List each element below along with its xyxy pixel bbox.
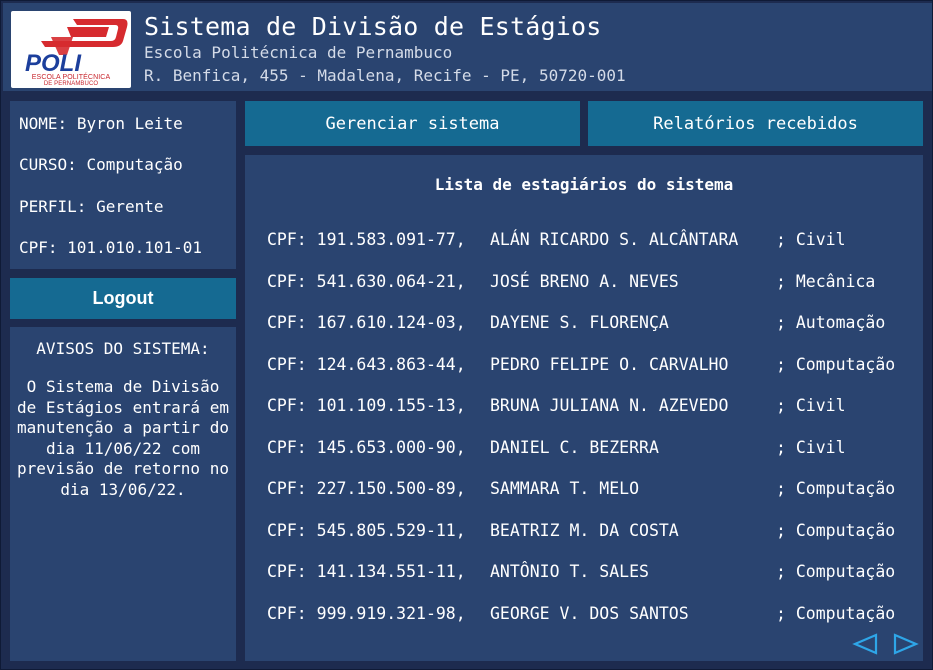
intern-cpf: CPF: 999.919.321-98, (267, 603, 466, 623)
intern-name: ALÁN RICARDO S. ALCÂNTARA (490, 230, 739, 249)
interns-list-panel: Lista de estagiários do sistema CPF: 191… (245, 155, 923, 661)
institution-address: R. Benfica, 455 - Madalena, Recife - PE,… (144, 66, 626, 85)
notices-text: O Sistema de Divisão de Estágios entrará… (17, 377, 229, 499)
intern-cpf: CPF: 124.643.863-44, (267, 354, 466, 374)
header: POLI ESCOLA POLITÉCNICA DE PERNAMBUCO Si… (3, 3, 932, 91)
user-cpf-label: CPF: (19, 238, 58, 257)
intern-name: DANIEL C. BEZERRA (490, 437, 659, 457)
intern-course: ; Computação (776, 520, 896, 540)
intern-course: ; Computação (776, 354, 896, 374)
intern-name: BRUNA JULIANA N. AZEVEDO (490, 396, 729, 415)
app-title: Sistema de Divisão de Estágios (144, 12, 602, 41)
intern-course: ; Computação (776, 562, 896, 581)
manage-system-button[interactable]: Gerenciar sistema (245, 101, 580, 146)
intern-course: ; Computação (776, 603, 896, 623)
poli-logo: POLI ESCOLA POLITÉCNICA DE PERNAMBUCO (11, 11, 131, 88)
logo-word: POLI (25, 50, 82, 73)
intern-course: ; Mecânica (776, 271, 876, 291)
intern-cpf: CPF: 101.109.155-13, (267, 396, 466, 415)
user-course-value: Computação (86, 155, 183, 174)
poli-logo-mark: POLI (25, 19, 128, 73)
intern-cpf: CPF: 191.583.091-77, (267, 230, 466, 249)
next-page-arrow-icon[interactable] (893, 633, 919, 655)
intern-name: GEORGE V. DOS SANTOS (490, 603, 689, 623)
logout-button[interactable]: Logout (10, 278, 236, 319)
user-name-value: Byron Leite (76, 114, 183, 133)
intern-course: ; Civil (776, 437, 846, 457)
intern-cpf: CPF: 545.805.529-11, (267, 520, 466, 540)
intern-cpf: CPF: 145.653.000-90, (267, 437, 466, 457)
intern-name: JOSÉ BRENO A. NEVES (490, 271, 679, 291)
system-notices-panel: AVISOS DO SISTEMA: O Sistema de Divisão … (10, 327, 236, 661)
interns-list-title: Lista de estagiários do sistema (434, 175, 734, 194)
intern-name: ANTÔNIO T. SALES (490, 562, 649, 581)
user-info-panel: NOME: Byron Leite CURSO: Computação PERF… (10, 101, 236, 269)
intern-course: ; Automação (776, 313, 886, 332)
previous-page-arrow-icon[interactable] (852, 633, 878, 655)
user-cpf-value: 101.010.101-01 (67, 238, 203, 257)
user-profile-value: Gerente (96, 197, 164, 216)
user-course-field: CURSO: Computação (19, 155, 183, 174)
logo-subtitle-1: ESCOLA POLITÉCNICA (31, 74, 111, 81)
received-reports-button[interactable]: Relatórios recebidos (588, 101, 923, 146)
intern-cpf: CPF: 541.630.064-21, (267, 271, 466, 291)
user-profile-field: PERFIL: Gerente (19, 197, 164, 216)
intern-name: SAMMARA T. MELO (490, 479, 640, 498)
user-cpf-field: CPF: 101.010.101-01 (19, 238, 202, 257)
app-window: POLI ESCOLA POLITÉCNICA DE PERNAMBUCO Si… (0, 0, 933, 670)
institution-name: Escola Politécnica de Pernambuco (144, 43, 453, 62)
user-profile-label: PERFIL: (19, 197, 87, 216)
intern-cpf: CPF: 227.150.500-89, (267, 479, 466, 498)
intern-cpf: CPF: 141.134.551-11, (267, 562, 466, 581)
intern-name: DAYENE S. FLORENÇA (490, 313, 669, 332)
intern-name: BEATRIZ M. DA COSTA (490, 520, 679, 540)
intern-course: ; Civil (776, 230, 846, 249)
intern-course: ; Civil (776, 396, 846, 415)
intern-course: ; Computação (776, 479, 896, 498)
logo-subtitle-2: DE PERNAMBUCO (43, 81, 99, 87)
intern-name: PEDRO FELIPE O. CARVALHO (490, 354, 729, 374)
user-name-field: NOME: Byron Leite (19, 114, 183, 133)
user-course-label: CURSO: (19, 155, 77, 174)
user-name-label: NOME: (19, 114, 68, 133)
notices-title: AVISOS DO SISTEMA: (36, 339, 210, 358)
intern-cpf: CPF: 167.610.124-03, (267, 313, 466, 332)
